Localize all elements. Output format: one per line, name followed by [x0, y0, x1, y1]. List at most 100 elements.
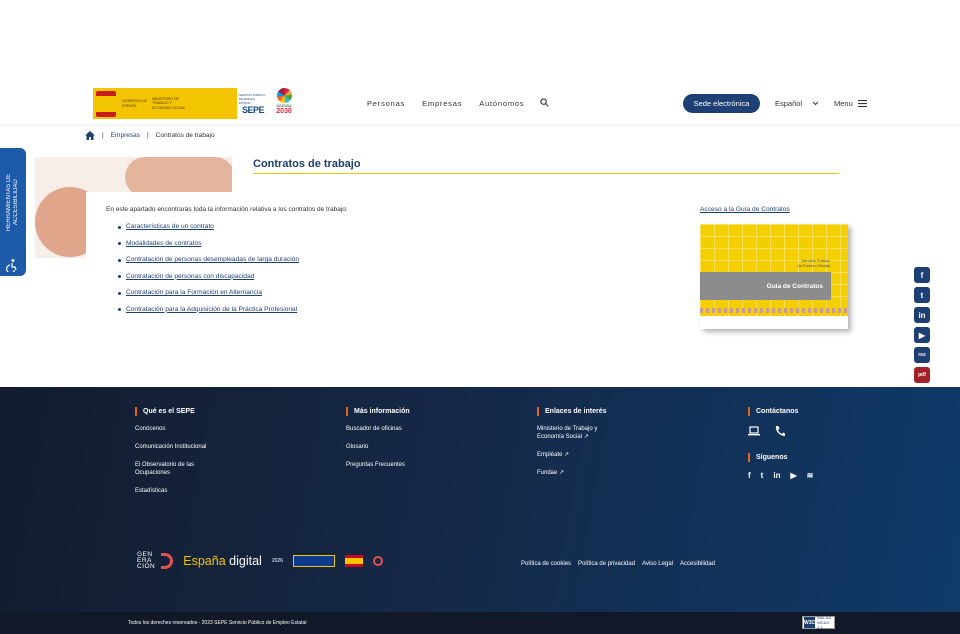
link-modalidades[interactable]: Modalidades de contratos: [126, 240, 202, 247]
footer-link-oficinas[interactable]: Buscador de oficinas: [346, 425, 426, 433]
footer-heading: Contáctanos: [748, 407, 813, 416]
bullet: [118, 225, 121, 229]
sepe-logo-small: SERVICIO PÚBLICO DE EMPLEO ESTATAL: [239, 92, 266, 105]
accessibility-tools-tab[interactable]: HERRAMIENTAS DE ACCESIBILIDAD: [0, 148, 26, 276]
guide-cover-image[interactable]: Servicio Público de Empleo Estatal Guía …: [700, 224, 848, 329]
title-underline: [253, 173, 839, 174]
pdf-icon[interactable]: pdf: [914, 367, 930, 383]
nav-autonomos[interactable]: Autónomos: [479, 99, 524, 108]
logos[interactable]: GOBIERNO DE ESPAÑA MINISTERIO DE TRABAJO…: [93, 88, 295, 119]
nav-personas[interactable]: Personas: [367, 99, 405, 108]
agenda-2030-logo[interactable]: AGENDA 2030: [273, 88, 295, 119]
site-header: GOBIERNO DE ESPAÑA MINISTERIO DE TRABAJO…: [0, 80, 960, 124]
contract-links-list: Características de un contrato Modalidad…: [118, 223, 299, 322]
intro-text: En este apartado encontrarás toda la inf…: [106, 206, 348, 213]
breadcrumb-empresas[interactable]: Empresas: [111, 132, 140, 139]
footer-link-glosario[interactable]: Glosario: [346, 443, 426, 451]
cover-strip: [700, 308, 848, 313]
link-caracteristicas[interactable]: Características de un contrato: [126, 223, 214, 230]
menu-button[interactable]: Menu: [834, 99, 867, 108]
link-aviso-legal[interactable]: Aviso Legal: [642, 561, 673, 567]
linkedin-icon[interactable]: in: [914, 307, 930, 323]
twitter-icon[interactable]: t: [761, 471, 764, 480]
cover-title: Guía de Contratos: [700, 272, 831, 300]
recovery-plan-mark: [372, 556, 383, 566]
laptop-icon[interactable]: [748, 425, 760, 437]
list-item: Contratación de personas desempleadas de…: [118, 256, 299, 273]
wai-text: WAI-AA WCAG 2.1: [817, 615, 834, 630]
main-nav: Personas Empresas Autónomos: [367, 99, 524, 108]
bullet: [118, 275, 121, 278]
youtube-icon[interactable]: ▶: [914, 327, 930, 343]
link-formacion-alternancia[interactable]: Contratación para la Formación en Altern…: [126, 289, 262, 296]
breadcrumb-current: Contratos de trabajo: [155, 132, 215, 139]
list-item: Modalidades de contratos: [118, 240, 299, 257]
footer-link-ministerio[interactable]: Ministerio de Trabajo y Economía Social …: [537, 425, 617, 442]
footer-link-faq[interactable]: Preguntas Frecuentes: [346, 461, 426, 469]
menu-label: Menu: [834, 99, 853, 108]
coat-of-arms-icon: [96, 90, 116, 117]
espana-word: España: [183, 554, 226, 568]
bullet: [118, 291, 121, 295]
external-link-icon: ↗: [583, 434, 589, 441]
link-privacidad[interactable]: Política de privacidad: [578, 561, 635, 567]
footer-heading: Qué es el SEPE: [135, 407, 215, 416]
guide-link[interactable]: Acceso a la Guía de Contratos: [700, 206, 790, 213]
gov-logo-line1: GOBIERNO DE ESPAÑA: [122, 99, 148, 108]
eu-next-generation-logo: [292, 555, 335, 567]
funding-logos: GEN ERA CIÓN España digital 2026: [137, 547, 407, 575]
copyright-text: Todos los dereches reservados - 2023 SEP…: [128, 620, 307, 626]
link-cookies[interactable]: Política de cookies: [521, 561, 571, 567]
rss-icon[interactable]: ≋: [807, 471, 814, 480]
facebook-icon[interactable]: f: [748, 471, 751, 480]
youtube-icon[interactable]: ▶: [790, 471, 796, 480]
search-icon[interactable]: [540, 98, 549, 107]
facebook-icon[interactable]: f: [914, 267, 930, 283]
linkedin-icon[interactable]: in: [773, 471, 780, 480]
gen-line3: CIÓN: [137, 563, 156, 571]
government-logo[interactable]: GOBIERNO DE ESPAÑA MINISTERIO DE TRABAJO…: [93, 88, 237, 119]
sede-electronica-button[interactable]: Sede electrónica: [683, 94, 760, 113]
follow-icons: f t in ▶ ≋: [748, 471, 813, 480]
footer-link-fundae-label: Fundae: [537, 470, 558, 477]
breadcrumb-separator: |: [146, 132, 149, 139]
bottom-bar: Todos los dereches reservados - 2023 SEP…: [0, 612, 960, 634]
list-item: Contratación de personas con discapacida…: [118, 273, 299, 290]
list-item: Contratación para la Adquisición de la P…: [118, 306, 299, 323]
hamburger-icon: [857, 100, 867, 107]
footer-heading-siguenos: Síguenos: [748, 453, 813, 462]
home-icon[interactable]: [85, 131, 95, 140]
twitter-icon[interactable]: t: [914, 287, 930, 303]
sepe-logo-big: SEPE: [241, 104, 265, 115]
footer-link-empleate[interactable]: Empléate ↗: [537, 451, 617, 459]
footer-link-observatorio[interactable]: El Observatorio de las Ocupaciones: [135, 461, 215, 478]
nav-empresas[interactable]: Empresas: [422, 99, 462, 108]
breadcrumb: | Empresas | Contratos de trabajo: [85, 131, 215, 140]
cover-subtitle: Servicio Público de Empleo Estatal: [798, 258, 830, 268]
footer-link-estadisticas[interactable]: Estadísticas: [135, 487, 215, 495]
footer-link-conocenos[interactable]: Conócenos: [135, 425, 215, 433]
cover-subtitle-line2: de Empleo Estatal: [797, 263, 830, 268]
phone-icon[interactable]: [774, 425, 786, 437]
link-practica-profesional[interactable]: Contratación para la Adquisición de la P…: [126, 306, 297, 313]
hero-hand-shape: [125, 157, 232, 197]
footer-col-mas-info: Más información Buscador de oficinas Glo…: [346, 407, 426, 479]
site-footer: Qué es el SEPE Conócenos Comunicación In…: [0, 387, 960, 612]
accessibility-icon: [6, 259, 17, 272]
cover-bottom: [700, 316, 848, 329]
language-selector[interactable]: Español: [775, 99, 819, 108]
generacion-d-shape: [161, 553, 174, 569]
bullet: [118, 308, 121, 311]
wai-aa-badge[interactable]: W3C WAI-AA WCAG 2.1: [802, 615, 835, 630]
external-link-icon: ↗: [559, 470, 565, 477]
footer-link-fundae[interactable]: Fundae ↗: [537, 469, 617, 477]
social-sidebar: f t in ▶ rss pdf: [914, 267, 930, 383]
link-accesibilidad[interactable]: Accesibilidad: [680, 561, 715, 567]
footer-link-comunicacion[interactable]: Comunicación Institucional: [135, 443, 215, 451]
link-discapacidad[interactable]: Contratación de personas con discapacida…: [126, 273, 254, 280]
sepe-logo[interactable]: SERVICIO PÚBLICO DE EMPLEO ESTATAL SEPE: [239, 88, 267, 119]
rss-icon[interactable]: rss: [914, 347, 930, 363]
generacion-d-logo: GEN ERA CIÓN: [137, 551, 156, 571]
link-larga-duracion[interactable]: Contratación de personas desempleadas de…: [126, 256, 299, 263]
list-item: Características de un contrato: [118, 223, 299, 240]
